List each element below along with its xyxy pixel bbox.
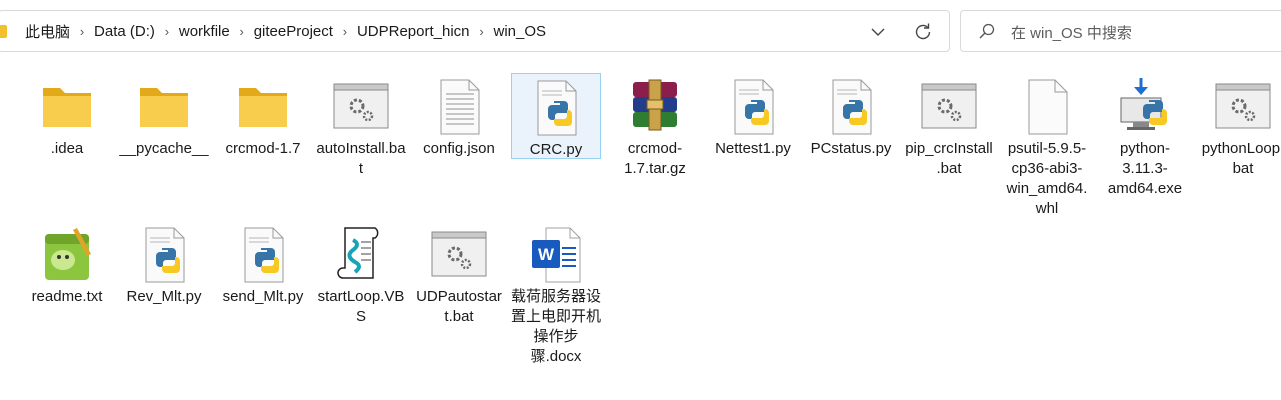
file-name: send_Mlt.py [222,288,304,305]
chevron-right-icon[interactable]: › [474,24,490,39]
file-item[interactable]: psutil-5.9.5-cp36-abi3-win_amd64.whl [1002,76,1092,219]
file-name: python-3.11.3-amd64.exe [1107,140,1183,197]
batch-file-icon [431,231,487,277]
file-item[interactable]: Rev_Mlt.py [119,224,209,307]
batch-file-icon [921,83,977,129]
file-item[interactable]: send_Mlt.py [218,224,308,307]
file-name: 载荷服务器设置上电即开机操作步骤.docx [511,288,602,365]
file-item[interactable]: W 载荷服务器设置上电即开机操作步骤.docx [511,224,601,367]
file-name: pip_crcInstall.bat [905,140,993,177]
file-name: Nettest1.py [715,140,791,157]
file-item[interactable]: __pycache__ [119,76,209,159]
file-item[interactable]: PCstatus.py [806,76,896,159]
chevron-right-icon[interactable]: › [337,24,353,39]
search-icon [979,23,995,39]
chevron-right-icon[interactable]: › [74,24,90,39]
breadcrumb-item-udpreport[interactable]: UDPReport_hicn [353,23,474,40]
file-item[interactable]: Nettest1.py [708,76,798,159]
python-installer-icon [1120,78,1167,130]
file-item[interactable]: readme.txt [22,224,112,307]
search-input[interactable]: 在 win_OS 中搜索 [1011,22,1132,43]
file-name: CRC.py [529,141,583,158]
python-file-icon [244,227,284,283]
file-name: __pycache__ [119,140,209,157]
batch-file-icon [333,83,389,129]
batch-file-icon [1215,83,1271,129]
chevron-down-icon[interactable] [867,21,889,43]
file-name: startLoop.VBS [317,288,405,325]
file-item[interactable]: python-3.11.3-amd64.exe [1100,76,1190,199]
search-box[interactable]: 在 win_OS 中搜索 [960,10,1281,52]
svg-text:W: W [538,245,555,264]
chevron-right-icon[interactable]: › [234,24,250,39]
refresh-icon[interactable] [911,20,935,44]
breadcrumb-item-this-pc[interactable]: 此电脑 [21,21,74,42]
notepad-plus-icon [45,228,91,280]
breadcrumb-item-workfile[interactable]: workfile [175,23,234,40]
folder-icon [0,24,7,38]
file-item[interactable]: autoInstall.bat [316,76,406,179]
folder-icon [239,88,287,127]
winrar-archive-icon [633,79,677,131]
file-item-selected[interactable]: CRC.py [511,73,601,159]
file-name: Rev_Mlt.py [126,288,202,305]
file-item[interactable]: UDPautostart.bat [414,224,504,327]
text-file-icon [440,79,480,135]
blank-file-icon [1028,79,1068,135]
breadcrumb-item-win-os[interactable]: win_OS [490,23,551,40]
file-item[interactable]: pythonLoop.bat [1198,76,1281,179]
file-name: crcmod-1.7.tar.gz [624,140,686,177]
python-file-icon [734,79,774,135]
file-name: psutil-5.9.5-cp36-abi3-win_amd64.whl [1006,140,1088,217]
file-name: autoInstall.bat [316,140,406,177]
chevron-right-icon[interactable]: › [159,24,175,39]
address-bar[interactable]: 此电脑 › Data (D:) › workfile › giteeProjec… [0,10,950,52]
breadcrumb-item-giteeproject[interactable]: giteeProject [250,23,337,40]
folder-icon [140,88,188,127]
file-item[interactable]: crcmod-1.7 [218,76,308,159]
file-item[interactable]: config.json [414,76,504,159]
folder-icon [43,88,91,127]
file-item[interactable]: crcmod-1.7.tar.gz [610,76,700,179]
file-name: .idea [50,140,84,157]
file-name: PCstatus.py [810,140,892,157]
file-item[interactable]: pip_crcInstall.bat [904,76,994,179]
file-item[interactable]: .idea [22,76,112,159]
vbs-script-icon [337,227,379,279]
breadcrumb: 此电脑 › Data (D:) › workfile › giteeProjec… [0,11,550,51]
file-item[interactable]: startLoop.VBS [316,224,406,327]
word-doc-icon: W [532,227,581,283]
python-file-icon [537,80,577,136]
file-name: config.json [423,140,495,157]
breadcrumb-item-drive[interactable]: Data (D:) [90,23,159,40]
file-name: UDPautostart.bat [416,288,502,325]
python-file-icon [145,227,185,283]
navigation-bar: 此电脑 › Data (D:) › workfile › giteeProjec… [0,0,1281,63]
file-name: crcmod-1.7 [225,140,301,157]
file-name: readme.txt [31,288,103,305]
python-file-icon [832,79,872,135]
file-name: pythonLoop.bat [1201,140,1281,177]
